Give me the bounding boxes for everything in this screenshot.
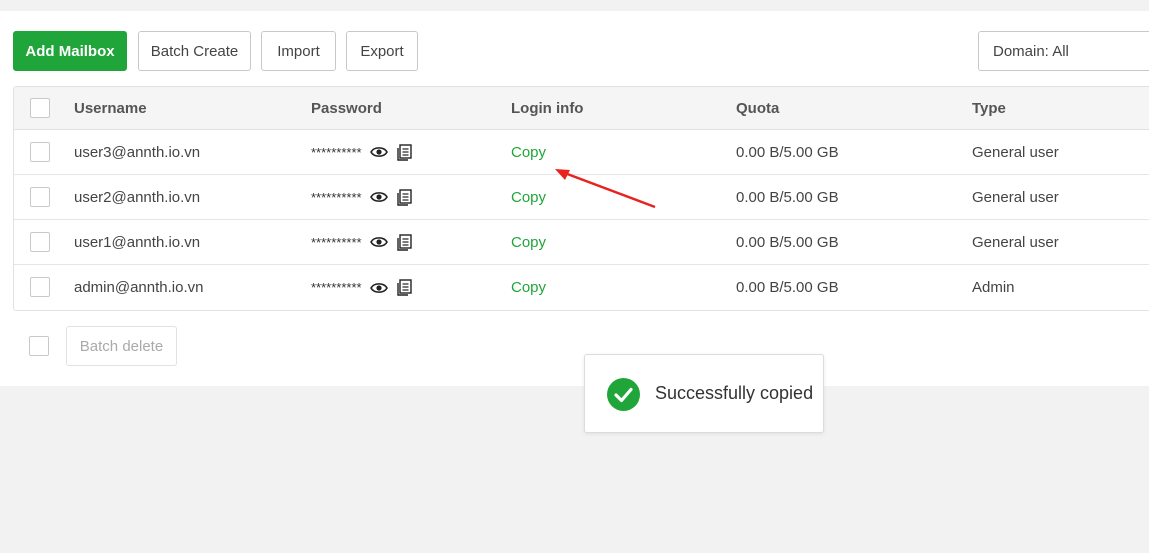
password-masked: **********: [311, 144, 362, 160]
column-header-quota: Quota: [736, 99, 780, 117]
domain-filter-value: Domain: All: [993, 42, 1069, 60]
footer-select-all-checkbox[interactable]: [29, 336, 49, 356]
password-cell: **********: [311, 130, 413, 174]
row-checkbox[interactable]: [30, 187, 50, 207]
login-info-copy-link[interactable]: Copy: [511, 265, 546, 310]
select-all-checkbox[interactable]: [30, 98, 50, 118]
login-info-copy-link[interactable]: Copy: [511, 175, 546, 219]
copy-icon[interactable]: [396, 233, 413, 251]
copy-icon[interactable]: [396, 143, 413, 161]
password-cell: **********: [311, 220, 413, 264]
add-mailbox-button[interactable]: Add Mailbox: [13, 31, 127, 71]
type-cell: General user: [972, 233, 1059, 251]
import-button[interactable]: Import: [261, 31, 336, 71]
type-cell: Admin: [972, 279, 1015, 296]
eye-icon[interactable]: [369, 145, 388, 159]
type-cell: General user: [972, 143, 1059, 161]
row-checkbox[interactable]: [30, 142, 50, 162]
quota-cell: 0.00 B/5.00 GB: [736, 233, 839, 251]
username-cell: user3@annth.io.vn: [74, 143, 201, 161]
row-checkbox[interactable]: [30, 277, 50, 297]
column-header-username: Username: [74, 99, 147, 117]
password-masked: **********: [311, 234, 362, 250]
table-row: user1@annth.io.vn ********** Copy 0.00 B…: [14, 220, 1149, 265]
password-masked: **********: [311, 189, 362, 205]
batch-create-button[interactable]: Batch Create: [138, 31, 251, 71]
type-cell: General user: [972, 188, 1059, 206]
username-cell: admin@annth.io.vn: [74, 279, 204, 296]
eye-icon[interactable]: [369, 190, 388, 204]
quota-cell: 0.00 B/5.00 GB: [736, 188, 839, 206]
column-header-type: Type: [972, 99, 1006, 117]
copy-icon[interactable]: [396, 279, 413, 296]
password-masked: **********: [311, 280, 362, 295]
eye-icon[interactable]: [369, 281, 388, 295]
check-circle-icon: [607, 378, 640, 411]
export-button[interactable]: Export: [346, 31, 418, 71]
column-header-login-info: Login info: [511, 99, 584, 117]
batch-delete-button[interactable]: Batch delete: [66, 326, 177, 366]
quota-cell: 0.00 B/5.00 GB: [736, 143, 839, 161]
table-header: Username Password Login info Quota Type: [14, 87, 1149, 130]
login-info-copy-link[interactable]: Copy: [511, 220, 546, 264]
copy-icon[interactable]: [396, 188, 413, 206]
eye-icon[interactable]: [369, 235, 388, 249]
domain-filter-select[interactable]: Domain: All: [978, 31, 1149, 71]
column-header-password: Password: [311, 99, 382, 117]
quota-cell: 0.00 B/5.00 GB: [736, 279, 839, 296]
row-checkbox[interactable]: [30, 232, 50, 252]
username-cell: user2@annth.io.vn: [74, 188, 201, 206]
password-cell: **********: [311, 175, 413, 219]
success-toast: Successfully copied: [584, 354, 824, 433]
toast-message: Successfully copied: [655, 383, 814, 403]
annotation-arrow-icon: [555, 169, 656, 209]
login-info-copy-link[interactable]: Copy: [511, 130, 546, 174]
password-cell: **********: [311, 265, 413, 310]
table-row: admin@annth.io.vn ********** Copy 0.00 B…: [14, 265, 1149, 310]
username-cell: user1@annth.io.vn: [74, 233, 201, 251]
